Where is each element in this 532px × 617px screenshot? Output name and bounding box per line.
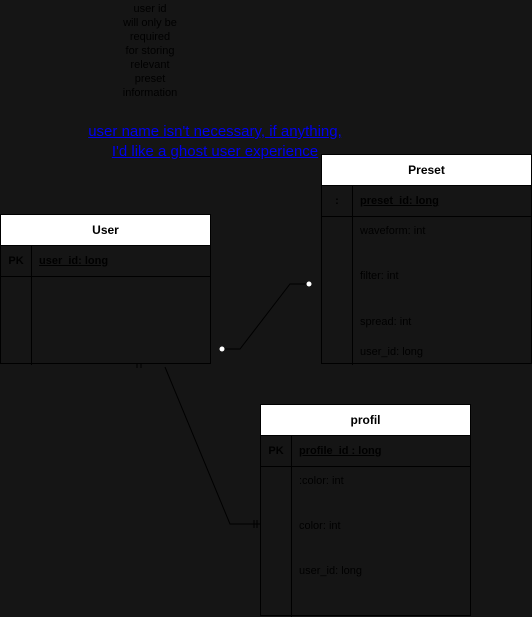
user-table-title[interactable]: User [1,215,210,246]
profil-pk-key: PK [261,436,292,466]
preset-table[interactable]: Preset : preset_id: long waveform: int f… [321,154,532,365]
user-preset-connector [222,283,309,350]
preset-pk-field[interactable]: preset_id: long [353,186,439,216]
preset-attr-filter[interactable]: filter: int [360,270,399,282]
profil-attr-color-1[interactable]: :color: int [299,475,344,487]
preset-pk-row[interactable]: : preset_id: long [322,186,531,217]
preset-attr-spread[interactable]: spread: int [360,316,411,328]
user-pk-field[interactable]: user_id: long [32,246,108,276]
preset-key-column [322,217,353,365]
profil-pk-row[interactable]: PK profile_id : long [261,436,470,467]
preset-attribute-area: waveform: int filter: int spread: int us… [353,217,531,365]
preset-table-title[interactable]: Preset [322,155,531,186]
user-key-column [1,277,32,365]
profil-attributes: :color: int color: int user_id: long [261,467,470,617]
profil-attribute-area: :color: int color: int user_id: long [292,467,470,617]
preset-pk-key: : [322,186,353,216]
user-attribute-area [32,277,210,365]
profil-table[interactable]: profil PK profile_id : long :color: int … [260,404,471,617]
preset-attr-waveform[interactable]: waveform: int [360,225,425,237]
profil-attr-user-id[interactable]: user_id: long [299,565,362,577]
user-pk-row[interactable]: PK user_id: long [1,246,210,277]
user-preset-end-dot [306,281,312,287]
preset-attributes: waveform: int filter: int spread: int us… [322,217,531,365]
user-profil-connector [164,366,261,525]
profil-table-title[interactable]: profil [261,405,470,436]
profil-attr-color-2[interactable]: color: int [299,520,341,532]
user-pk-key: PK [1,246,32,276]
user-attributes [1,277,210,365]
profil-pk-field[interactable]: profile_id : long [292,436,382,466]
user-table[interactable]: User PK user_id: long [0,214,211,365]
user-preset-start-dot [219,346,225,352]
preset-attr-user-id[interactable]: user_id: long [360,346,423,358]
profil-key-column [261,467,292,617]
